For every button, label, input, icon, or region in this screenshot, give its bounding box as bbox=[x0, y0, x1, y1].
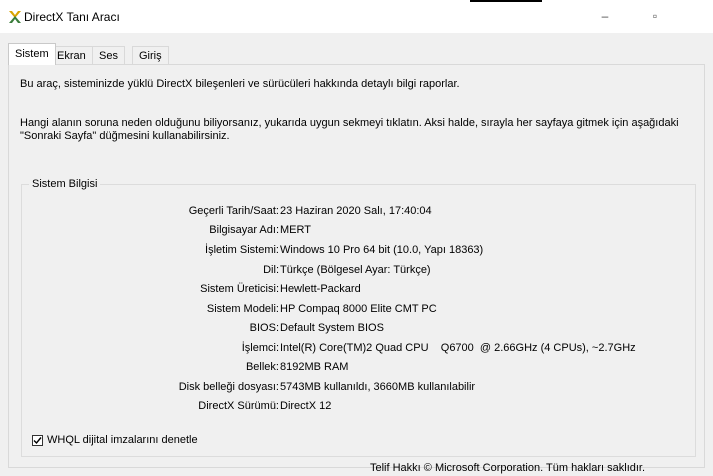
info-label: Dil: bbox=[263, 264, 279, 276]
maximize-button[interactable]: ▫ bbox=[640, 6, 670, 26]
info-row-directx-version: DirectX Sürümü: DirectX 12 bbox=[22, 400, 682, 414]
info-row-os: İşletim Sistemi: Windows 10 Pro 64 bit (… bbox=[22, 244, 682, 258]
info-value: 23 Haziran 2020 Salı, 17:40:04 bbox=[280, 205, 432, 217]
info-row-computer-name: Bilgisayar Adı: MERT bbox=[22, 224, 682, 238]
intro-text: Bu araç, sisteminizde yüklü DirectX bile… bbox=[20, 78, 460, 90]
info-row-manufacturer: Sistem Üreticisi: Hewlett-Packard bbox=[22, 283, 682, 297]
tab-giris[interactable]: Giriş bbox=[132, 46, 169, 65]
info-row-processor: İşlemci: Intel(R) Core(TM)2 Quad CPU Q67… bbox=[22, 342, 682, 356]
info-row-bios: BIOS: Default System BIOS bbox=[22, 322, 682, 336]
info-label: BIOS: bbox=[249, 322, 279, 334]
checkmark-icon bbox=[33, 437, 42, 445]
info-label: Disk belleği dosyası: bbox=[178, 381, 279, 393]
info-label: İşlemci: bbox=[241, 342, 279, 354]
info-value: HP Compaq 8000 Elite CMT PC bbox=[280, 303, 437, 315]
sistem-panel: Bu araç, sisteminizde yüklü DirectX bile… bbox=[8, 64, 705, 468]
info-label: Sistem Modeli: bbox=[206, 303, 279, 315]
info-value: Türkçe (Bölgesel Ayar: Türkçe) bbox=[280, 264, 431, 276]
info-row-language: Dil: Türkçe (Bölgesel Ayar: Türkçe) bbox=[22, 264, 682, 278]
whql-checkbox[interactable] bbox=[32, 435, 43, 446]
whql-label[interactable]: WHQL dijital imzalarını denetle bbox=[47, 434, 198, 446]
tab-ekran[interactable]: Ekran bbox=[50, 46, 93, 65]
info-value: DirectX 12 bbox=[280, 400, 332, 412]
info-value: 8192MB RAM bbox=[280, 361, 349, 373]
window-title: DirectX Tanı Aracı bbox=[24, 10, 120, 24]
info-value: Default System BIOS bbox=[280, 322, 384, 334]
info-label: Bilgisayar Adı: bbox=[209, 224, 279, 236]
info-value: Windows 10 Pro 64 bit (10.0, Yapı 18363) bbox=[280, 244, 484, 256]
info-label: Sistem Üreticisi: bbox=[200, 283, 279, 295]
info-label: Geçerli Tarih/Saat: bbox=[188, 205, 279, 217]
tab-sistem[interactable]: Sistem bbox=[8, 43, 56, 65]
title-divider bbox=[470, 0, 542, 2]
group-title: Sistem Bilgisi bbox=[29, 178, 101, 190]
info-label: Bellek: bbox=[245, 361, 279, 373]
info-row-datetime: Geçerli Tarih/Saat: 23 Haziran 2020 Salı… bbox=[22, 205, 682, 219]
info-label: İşletim Sistemi: bbox=[205, 244, 279, 256]
instructions-text: Hangi alanın soruna neden olduğunu biliy… bbox=[20, 117, 679, 142]
copyright-text: Telif Hakkı © Microsoft Corporation. Tüm… bbox=[370, 462, 646, 474]
info-row-memory: Bellek: 8192MB RAM bbox=[22, 361, 682, 375]
minimize-button[interactable]: – bbox=[590, 6, 620, 26]
info-value: Intel(R) Core(TM)2 Quad CPU Q6700 @ 2.66… bbox=[280, 342, 636, 354]
info-value: Hewlett-Packard bbox=[280, 283, 361, 295]
tab-ses[interactable]: Ses bbox=[92, 46, 125, 65]
title-bar: DirectX Tanı Aracı – ▫ bbox=[0, 0, 713, 33]
info-value: 5743MB kullanıldı, 3660MB kullanılabilir bbox=[280, 381, 476, 393]
info-row-model: Sistem Modeli: HP Compaq 8000 Elite CMT … bbox=[22, 303, 682, 317]
info-label: DirectX Sürümü: bbox=[198, 400, 279, 412]
info-row-page-file: Disk belleği dosyası: 5743MB kullanıldı,… bbox=[22, 381, 682, 395]
system-info-group: Sistem Bilgisi Geçerli Tarih/Saat: 23 Ha… bbox=[21, 178, 696, 457]
info-value: MERT bbox=[280, 224, 311, 236]
directx-icon bbox=[7, 9, 23, 25]
